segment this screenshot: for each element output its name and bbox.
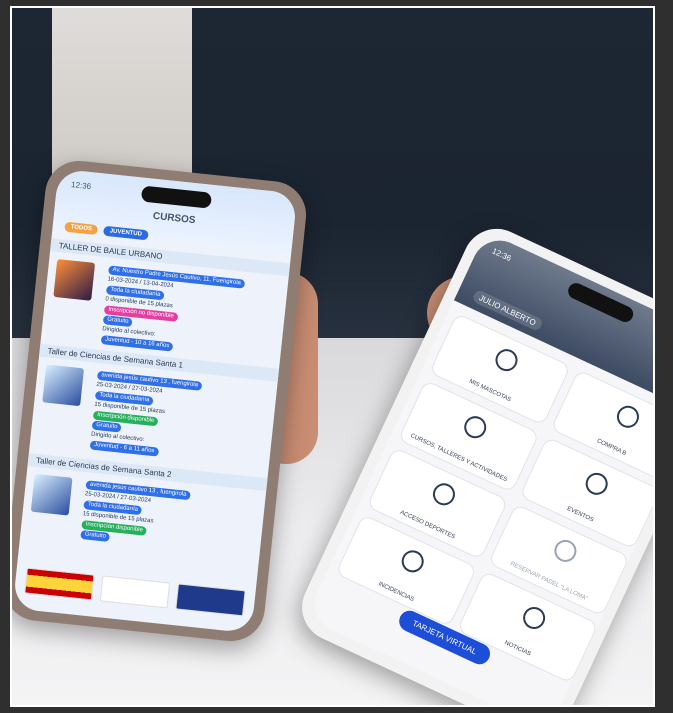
- spain-government-logo: [24, 567, 95, 601]
- warning-icon: [398, 546, 428, 576]
- cart-icon: [613, 402, 643, 432]
- recovery-plan-logo: [99, 575, 171, 609]
- filter-todos[interactable]: TODOS: [64, 221, 99, 236]
- eu-logo: [175, 583, 246, 617]
- tile-label: INCIDENCIAS: [377, 581, 415, 604]
- funding-logos: [24, 566, 246, 619]
- image-frame: 12:36 CURSOS TODOS JUVENTUD TALLER DE BA…: [0, 0, 673, 713]
- course-thumbnail: [42, 364, 85, 407]
- paw-icon: [491, 345, 522, 375]
- course-details: avenida jesús cautivo 13 , fuengirola 25…: [72, 478, 259, 557]
- left-phone-screen: 12:36 CURSOS TODOS JUVENTUD TALLER DE BA…: [12, 168, 298, 634]
- status-time: 12:36: [70, 180, 92, 192]
- left-phone: 12:36 CURSOS TODOS JUVENTUD TALLER DE BA…: [12, 157, 310, 645]
- course-details: Av. Nuestro Padre Jesús Cautivo, 11, Fue…: [93, 264, 282, 363]
- megaphone-icon: [460, 412, 490, 442]
- racket-icon: [550, 536, 581, 566]
- course-price: Gratuito: [80, 529, 111, 543]
- ball-icon: [429, 479, 459, 509]
- course-thumbnail: [53, 259, 96, 301]
- calendar-icon: [582, 469, 612, 499]
- course-details: avenida jesús cautivo 13 , fuengirola 25…: [82, 369, 271, 468]
- photo: 12:36 CURSOS TODOS JUVENTUD TALLER DE BA…: [10, 6, 655, 707]
- newspaper-icon: [519, 603, 549, 633]
- course-thumbnail: [30, 473, 73, 516]
